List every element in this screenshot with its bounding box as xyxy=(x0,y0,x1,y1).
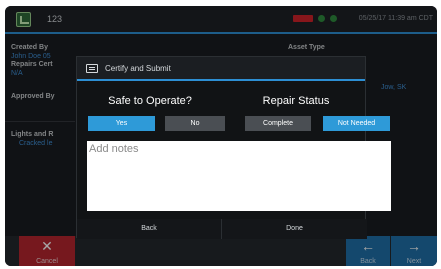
repair-status-heading: Repair Status xyxy=(262,95,330,107)
notes-textarea[interactable] xyxy=(87,141,391,211)
safe-to-operate-heading: Safe to Operate? xyxy=(108,95,192,107)
dialog-header: Certify and Submit xyxy=(77,57,365,81)
document-icon xyxy=(86,64,98,73)
safe-yes-button[interactable]: Yes xyxy=(88,116,155,131)
dialog-back-button[interactable]: Back xyxy=(77,219,222,239)
dialog-title: Certify and Submit xyxy=(105,64,171,73)
dialog-done-button[interactable]: Done xyxy=(222,219,367,239)
safe-no-button[interactable]: No xyxy=(165,116,225,131)
certify-submit-dialog: Certify and Submit Safe to Operate? Repa… xyxy=(76,56,391,239)
tablet-screen: 123 05/25/17 11:39 am CDT Created By Joh… xyxy=(5,6,437,266)
repair-not-needed-button[interactable]: Not Needed xyxy=(323,116,390,131)
dialog-footer: Back Done xyxy=(77,219,367,239)
repair-complete-button[interactable]: Complete xyxy=(245,116,311,131)
